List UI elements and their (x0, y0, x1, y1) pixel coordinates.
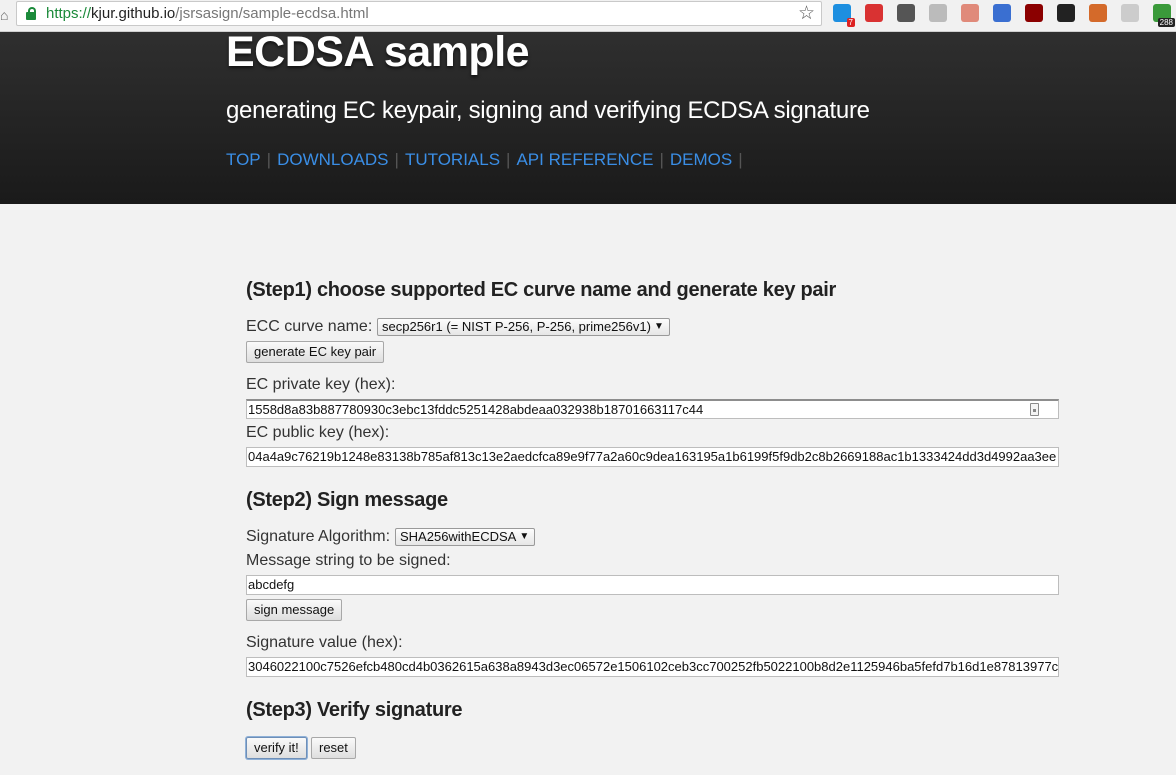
page-subtitle: generating EC keypair, signing and verif… (226, 97, 870, 124)
algorithm-select[interactable]: SHA256withECDSA ▼ (395, 528, 536, 546)
public-key-label: EC public key (hex): (246, 424, 390, 441)
page-ext-icon[interactable] (1121, 4, 1139, 22)
home-icon[interactable]: ⌂ (0, 6, 8, 24)
signature-field[interactable]: 3046022100c7526efcb480cd4b0362615a638a89… (246, 657, 1059, 677)
reset-button[interactable]: reset (311, 737, 356, 759)
dropdown-arrow-icon: ▼ (519, 531, 530, 542)
message-label: Message string to be signed: (246, 552, 451, 569)
crab-ext-icon[interactable] (1089, 4, 1107, 22)
bookmark-star-icon[interactable]: ☆ (798, 3, 815, 25)
url-host: kjur.github.io (91, 5, 176, 22)
nav-link-demos[interactable]: DEMOS (670, 150, 732, 169)
nav-separator: | (506, 150, 511, 169)
nav-separator: | (659, 150, 664, 169)
extension-badge: 7 (846, 18, 855, 27)
url-text[interactable]: https://kjur.github.io/jsrsasign/sample-… (46, 5, 369, 23)
circle-ext-icon[interactable] (961, 4, 979, 22)
dots-ext-icon[interactable] (865, 4, 883, 22)
step2-heading: (Step2) Sign message (246, 489, 448, 511)
nav-separator: | (394, 150, 399, 169)
url-path: /jsrsasign/sample-ecdsa.html (175, 5, 369, 22)
pocket-ext-icon[interactable] (897, 4, 915, 22)
dropdown-arrow-icon: ▼ (654, 321, 664, 332)
nav-separator: | (738, 150, 743, 169)
twitter-ext-icon[interactable]: 7 (833, 4, 855, 27)
site-header: ECDSA sample generating EC keypair, sign… (0, 28, 1176, 204)
nav-link-tutorials[interactable]: TUTORIALS (405, 150, 500, 169)
message-value: abcdefg (248, 577, 295, 592)
signature-label: Signature value (hex): (246, 634, 403, 651)
nav-link-api-reference[interactable]: API REFERENCE (516, 150, 653, 169)
sign-message-button[interactable]: sign message (246, 599, 343, 621)
curve-select[interactable]: secp256r1 (= NIST P-256, P-256, prime256… (377, 318, 670, 336)
globe-ext-icon[interactable] (993, 4, 1011, 22)
public-key-value: 04a4a9c76219b1248e83138b785af813c13e2aed… (248, 449, 1057, 464)
step1-heading: (Step1) choose supported EC curve name a… (246, 279, 836, 301)
curve-label: ECC curve name: (246, 318, 373, 335)
chart-ext-icon[interactable]: 288 (1153, 4, 1175, 27)
curve-select-value: secp256r1 (= NIST P-256, P-256, prime256… (382, 319, 651, 334)
url-scheme: https:// (46, 5, 92, 22)
extension-badge: 288 (1157, 18, 1175, 27)
page-title: ECDSA sample (226, 28, 530, 76)
nav-link-top[interactable]: TOP (226, 150, 261, 169)
private-key-field[interactable]: 1558d8a83b887780930c3ebc13fddc5251428abd… (246, 399, 1059, 419)
verify-button[interactable]: verify it! (246, 737, 307, 759)
nav-link-downloads[interactable]: DOWNLOADS (277, 150, 388, 169)
message-input[interactable]: abcdefg (246, 575, 1059, 595)
public-key-field[interactable]: 04a4a9c76219b1248e83138b785af813c13e2aed… (246, 447, 1059, 467)
address-bar[interactable]: https://kjur.github.io/jsrsasign/sample-… (16, 1, 822, 26)
main-nav: TOP | DOWNLOADS | TUTORIALS | API REFERENCE | DE… (226, 150, 749, 170)
browser-toolbar: ⌂ https://kjur.github.io/jsrsasign/sampl… (0, 0, 1176, 32)
generate-key-pair-button[interactable]: generate EC key pair (246, 341, 385, 363)
algorithm-label: Signature Algorithm: (246, 528, 391, 545)
signature-value: 3046022100c7526efcb480cd4b0362615a638a89… (248, 659, 1059, 674)
languagetool-ext-icon[interactable] (1057, 4, 1075, 22)
private-key-value: 1558d8a83b887780930c3ebc13fddc5251428abd… (248, 402, 704, 417)
extension-ext-icon[interactable] (929, 4, 947, 22)
nav-separator: | (266, 150, 272, 169)
private-key-label: EC private key (hex): (246, 376, 396, 393)
step3-heading: (Step3) Verify signature (246, 699, 463, 721)
ublock-ext-icon[interactable] (1025, 4, 1043, 22)
password-key-icon[interactable] (1030, 403, 1039, 416)
algorithm-select-value: SHA256withECDSA (400, 529, 517, 544)
lock-icon (26, 7, 36, 20)
